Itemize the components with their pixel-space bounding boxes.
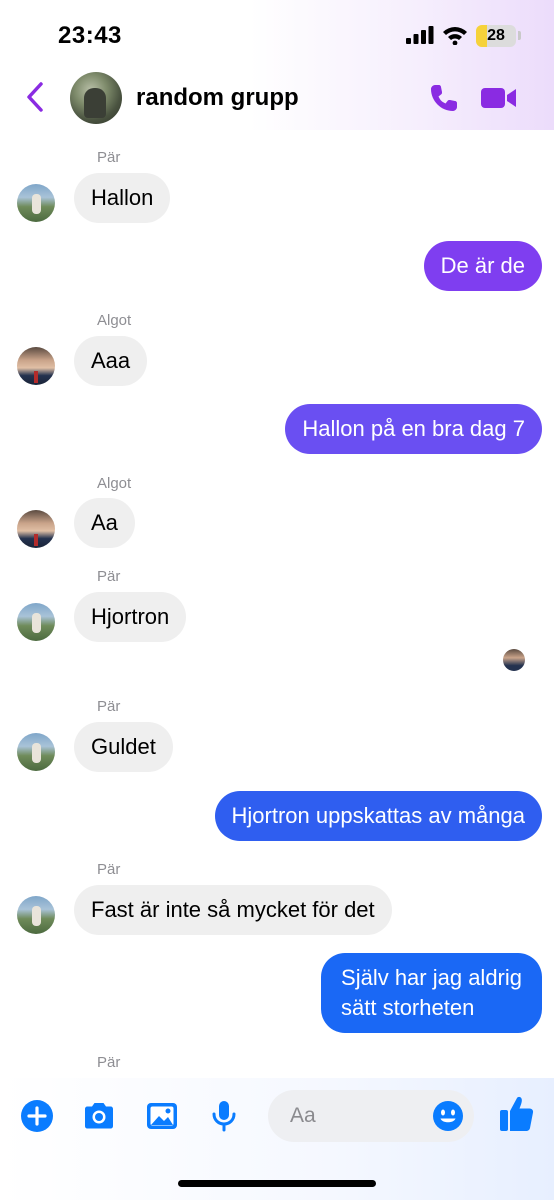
group-avatar[interactable] bbox=[70, 72, 122, 124]
message-bubble-outgoing[interactable]: Själv har jag aldrig sätt storheten bbox=[321, 953, 542, 1033]
sender-name: Pär bbox=[97, 568, 121, 585]
camera-icon[interactable] bbox=[81, 1098, 117, 1134]
battery-level: 28 bbox=[487, 27, 505, 44]
sender-name: Pär bbox=[97, 861, 121, 878]
avatar[interactable] bbox=[17, 896, 55, 934]
image-icon[interactable] bbox=[144, 1098, 180, 1134]
avatar[interactable] bbox=[17, 603, 55, 641]
phone-icon[interactable] bbox=[428, 82, 460, 114]
message-bubble-outgoing[interactable]: Hallon på en bra dag 7 bbox=[285, 404, 542, 454]
battery-indicator: 28 bbox=[476, 25, 516, 47]
plus-icon[interactable] bbox=[19, 1098, 55, 1134]
thumbs-up-icon[interactable] bbox=[498, 1094, 536, 1134]
status-time: 23:43 bbox=[58, 22, 122, 49]
video-camera-icon[interactable] bbox=[480, 84, 518, 112]
back-chevron-icon[interactable] bbox=[22, 80, 48, 114]
message-bubble-incoming[interactable]: Hallon bbox=[74, 173, 171, 223]
message-bubble-incoming[interactable]: Aaa bbox=[74, 336, 148, 386]
sender-name: Algot bbox=[97, 475, 132, 492]
avatar[interactable] bbox=[17, 184, 55, 222]
message-bubble-outgoing[interactable]: De är de bbox=[423, 241, 542, 291]
sender-name: Pär bbox=[97, 698, 121, 715]
sender-name: Pär bbox=[97, 1054, 121, 1071]
cellular-signal-icon bbox=[406, 26, 434, 44]
message-bubble-outgoing[interactable]: Hjortron uppskattas av många bbox=[214, 791, 542, 841]
message-bubble-incoming[interactable]: Guldet bbox=[74, 722, 173, 772]
microphone-icon[interactable] bbox=[206, 1098, 242, 1134]
read-receipt-avatar bbox=[503, 649, 525, 671]
wifi-icon bbox=[443, 27, 467, 45]
avatar[interactable] bbox=[17, 510, 55, 548]
emoji-icon[interactable] bbox=[432, 1100, 464, 1132]
home-indicator bbox=[178, 1180, 376, 1187]
message-bubble-incoming[interactable]: Fast är inte så mycket för det bbox=[74, 885, 392, 935]
sender-name: Pär bbox=[97, 149, 121, 166]
avatar[interactable] bbox=[17, 733, 55, 771]
message-bubble-incoming[interactable]: Hjortron bbox=[74, 592, 187, 642]
message-line: sätt storheten bbox=[341, 995, 475, 1020]
chat-header: 23:43 28 random grupp bbox=[0, 0, 554, 130]
sender-name: Algot bbox=[97, 312, 132, 329]
message-line: Själv har jag aldrig bbox=[341, 965, 522, 990]
message-bubble-incoming[interactable]: Aa bbox=[74, 498, 135, 548]
group-name[interactable]: random grupp bbox=[136, 84, 299, 112]
message-composer bbox=[0, 1078, 554, 1200]
avatar[interactable] bbox=[17, 347, 55, 385]
message-list[interactable]: Pär Hallon De är de Algot Aaa Hallon på … bbox=[0, 130, 554, 1078]
battery-tip bbox=[518, 31, 521, 40]
